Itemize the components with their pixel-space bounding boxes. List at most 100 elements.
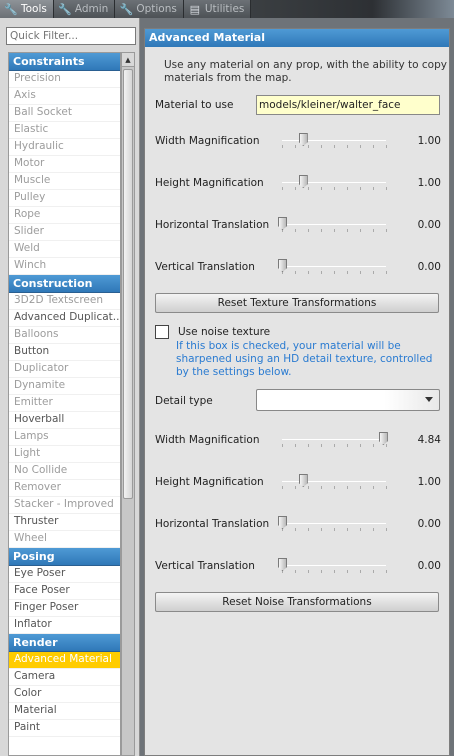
slider[interactable] <box>278 558 390 574</box>
slider-knob[interactable] <box>298 474 308 487</box>
slider[interactable] <box>278 175 390 191</box>
tool-list-item[interactable]: Pulley <box>9 190 120 207</box>
tool-list-item[interactable]: Motor <box>9 156 120 173</box>
slider-tick <box>373 486 374 489</box>
material-input[interactable]: models/kleiner/walter_face <box>256 95 440 115</box>
tool-list-item[interactable]: Emitter <box>9 395 120 412</box>
tool-list-item[interactable]: Thruster <box>9 514 120 531</box>
tool-list-item[interactable]: Dynamite <box>9 378 120 395</box>
tool-list-item[interactable]: No Collide <box>9 463 120 480</box>
slider-track[interactable] <box>282 182 386 183</box>
slider-knob[interactable] <box>298 175 308 188</box>
noise-help-text: If this box is checked, your material wi… <box>176 340 433 378</box>
slider-track[interactable] <box>282 224 386 225</box>
tab-label: Tools <box>21 3 47 15</box>
tool-list-item[interactable]: Duplicator <box>9 361 120 378</box>
slider-track[interactable] <box>282 565 386 566</box>
slider-knob[interactable] <box>298 133 308 146</box>
slider-tick <box>308 271 309 274</box>
tool-list-item[interactable]: Lamps <box>9 429 120 446</box>
tool-list-item[interactable]: Advanced Duplicat... <box>9 310 120 327</box>
reset-texture-button[interactable]: Reset Texture Transformations <box>155 293 439 313</box>
slider-tick <box>321 271 322 274</box>
tab-admin[interactable]: 🔧 Admin <box>53 0 116 18</box>
tool-list-item[interactable]: Material <box>9 703 120 720</box>
tool-list-item[interactable]: Hydraulic <box>9 139 120 156</box>
tool-list-item[interactable]: Inflator <box>9 617 120 634</box>
slider[interactable] <box>278 516 390 532</box>
tab-utilities[interactable]: ▤ Utilities <box>183 0 252 18</box>
tool-list-item[interactable]: Elastic <box>9 122 120 139</box>
tool-list-item[interactable]: Advanced Material <box>9 652 120 669</box>
tool-list-item[interactable]: Eye Poser <box>9 566 120 583</box>
category-header-construction[interactable]: Construction <box>9 275 120 293</box>
tool-list-item[interactable]: Winch <box>9 258 120 275</box>
slider-track[interactable] <box>282 266 386 267</box>
tool-list-item[interactable]: Ball Socket <box>9 105 120 122</box>
tool-list-item[interactable]: Color <box>9 686 120 703</box>
slider-tick <box>347 187 348 190</box>
slider-label: Horizontal Translation <box>155 219 270 231</box>
scroll-up-arrow-icon[interactable]: ▲ <box>122 53 134 67</box>
document-icon: ▤ <box>189 2 201 16</box>
tool-list-item[interactable]: Stacker - Improved <box>9 497 120 514</box>
scroll-thumb[interactable] <box>123 69 133 499</box>
slider-track[interactable] <box>282 523 386 524</box>
tool-list-item[interactable]: Axis <box>9 88 120 105</box>
slider[interactable] <box>278 217 390 233</box>
category-header-constraints[interactable]: Constraints <box>9 53 120 71</box>
slider-tick <box>334 486 335 489</box>
slider-tick <box>321 229 322 232</box>
tool-list-item[interactable]: Wheel <box>9 531 120 548</box>
tool-list-item[interactable]: Light <box>9 446 120 463</box>
tool-list-item[interactable]: Paint <box>9 720 120 737</box>
tool-list-item[interactable]: Camera <box>9 669 120 686</box>
slider[interactable] <box>278 133 390 149</box>
slider-tick <box>308 486 309 489</box>
tool-list-item[interactable]: Face Poser <box>9 583 120 600</box>
use-noise-label: Use noise texture <box>178 326 271 338</box>
tool-list-scrollbar[interactable]: ▲ <box>121 52 135 756</box>
tool-list-item[interactable]: Finger Poser <box>9 600 120 617</box>
tool-list-item[interactable]: Weld <box>9 241 120 258</box>
slider-knob[interactable] <box>278 259 287 272</box>
slider-value: 4.84 <box>417 434 441 446</box>
slider-track[interactable] <box>282 439 386 440</box>
slider-tick <box>347 528 348 531</box>
tool-list-item[interactable]: Hoverball <box>9 412 120 429</box>
slider-value: 0.00 <box>417 518 441 530</box>
slider-label: Height Magnification <box>155 476 264 488</box>
slider[interactable] <box>278 474 390 490</box>
slider-track[interactable] <box>282 140 386 141</box>
chevron-down-icon <box>425 397 433 402</box>
slider-knob[interactable] <box>278 516 287 529</box>
slider-tick <box>386 444 387 447</box>
slider[interactable] <box>278 432 390 448</box>
tool-list-item[interactable]: Muscle <box>9 173 120 190</box>
slider-track[interactable] <box>282 481 386 482</box>
use-noise-checkbox[interactable] <box>155 325 169 339</box>
detail-type-select[interactable] <box>256 389 440 411</box>
tab-tools[interactable]: 🔧 Tools <box>0 0 54 18</box>
reset-noise-button[interactable]: Reset Noise Transformations <box>155 592 439 612</box>
tool-list-item[interactable]: Rope <box>9 207 120 224</box>
slider[interactable] <box>278 259 390 275</box>
quick-filter-input[interactable] <box>6 27 136 45</box>
category-header-render[interactable]: Render <box>9 634 120 652</box>
tab-options[interactable]: 🔧 Options <box>115 0 184 18</box>
category-header-posing[interactable]: Posing <box>9 548 120 566</box>
tool-list-item[interactable]: Precision <box>9 71 120 88</box>
slider-value: 0.00 <box>417 219 441 231</box>
slider-tick <box>334 528 335 531</box>
tool-list-item[interactable]: 3D2D Textscreen <box>9 293 120 310</box>
material-label: Material to use <box>155 99 234 111</box>
tool-list-item[interactable]: Button <box>9 344 120 361</box>
slider-knob[interactable] <box>278 217 287 230</box>
panel-title: Advanced Material <box>145 29 449 47</box>
slider-tick <box>295 145 296 148</box>
slider-tick <box>295 528 296 531</box>
tool-list-item[interactable]: Slider <box>9 224 120 241</box>
tool-list-item[interactable]: Remover <box>9 480 120 497</box>
slider-knob[interactable] <box>278 558 287 571</box>
tool-list-item[interactable]: Balloons <box>9 327 120 344</box>
